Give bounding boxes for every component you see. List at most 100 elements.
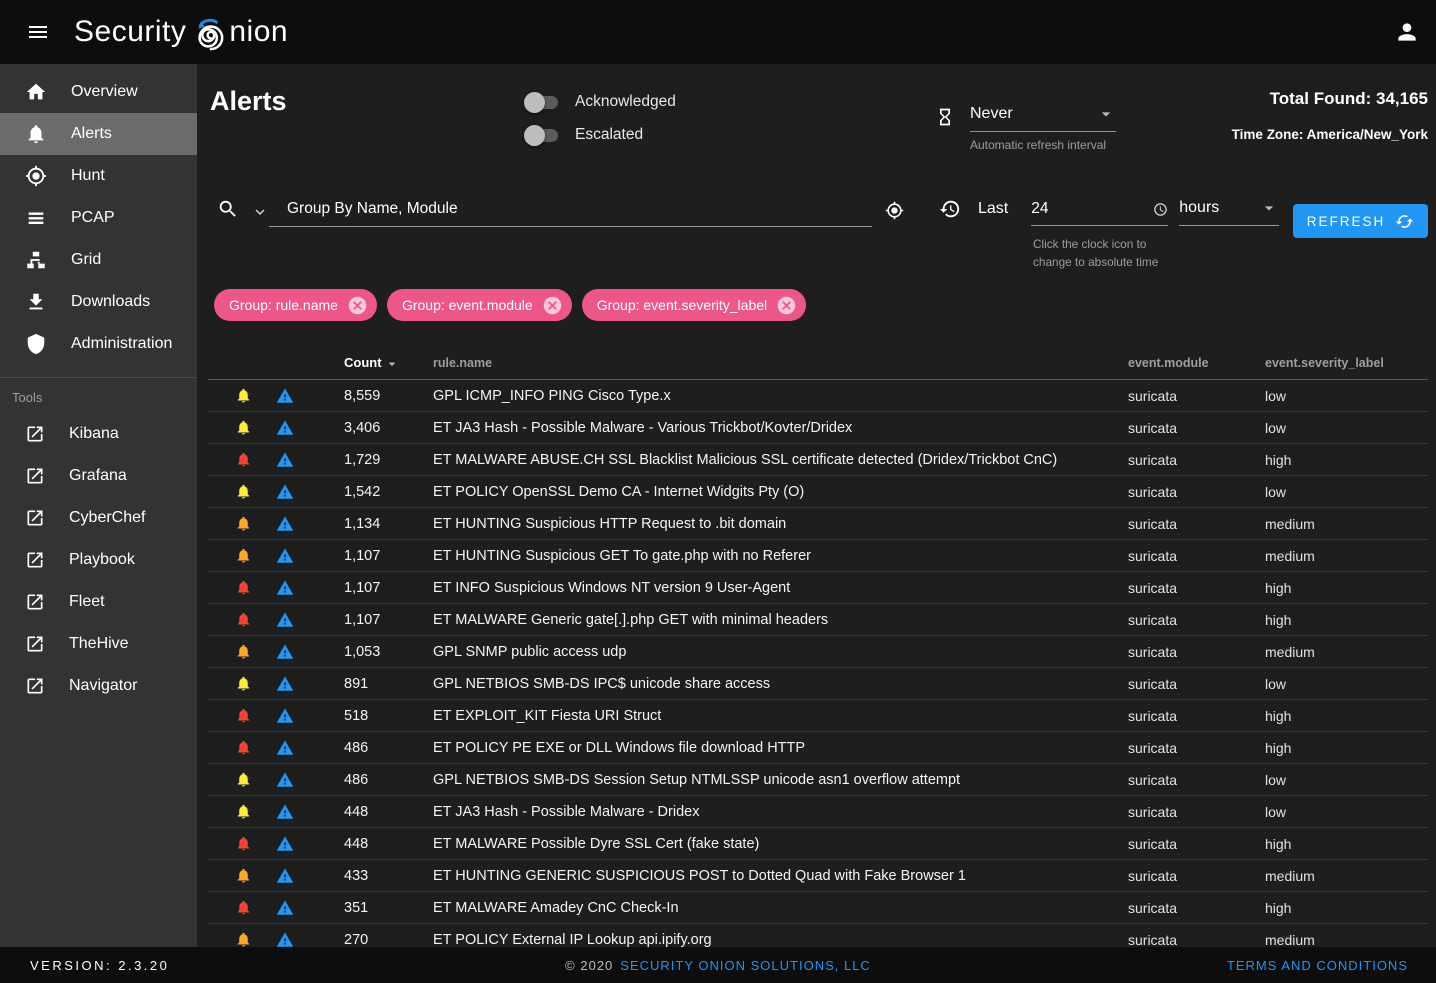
table-row[interactable]: 448 ET JA3 Hash - Possible Malware - Dri… bbox=[208, 796, 1428, 828]
severity-bell-icon[interactable] bbox=[235, 451, 252, 468]
alerts-page: Alerts Acknowledged Escalated Never Auto… bbox=[197, 64, 1436, 947]
table-row[interactable]: 448 ET MALWARE Possible Dyre SSL Cert (f… bbox=[208, 828, 1428, 860]
table-row[interactable]: 433 ET HUNTING GENERIC SUSPICIOUS POST t… bbox=[208, 860, 1428, 892]
severity-bell-icon[interactable] bbox=[235, 675, 252, 692]
sidebar-item-kibana[interactable]: Kibana bbox=[0, 413, 197, 455]
severity-bell-icon[interactable] bbox=[235, 419, 252, 436]
clock-icon[interactable] bbox=[1153, 202, 1168, 217]
severity-bell-icon[interactable] bbox=[235, 483, 252, 500]
column-rule-name[interactable]: rule.name bbox=[433, 356, 1128, 370]
table-row[interactable]: 891 GPL NETBIOS SMB-DS IPC$ unicode shar… bbox=[208, 668, 1428, 700]
column-count[interactable]: Count bbox=[344, 353, 433, 372]
table-row[interactable]: 518 ET EXPLOIT_KIT Fiesta URI Struct sur… bbox=[208, 700, 1428, 732]
alert-info-icon[interactable] bbox=[276, 931, 294, 948]
severity-bell-icon[interactable] bbox=[235, 803, 252, 820]
severity-bell-icon[interactable] bbox=[235, 771, 252, 788]
severity-bell-icon[interactable] bbox=[235, 739, 252, 756]
table-row[interactable]: 1,107 ET INFO Suspicious Windows NT vers… bbox=[208, 572, 1428, 604]
alert-info-icon[interactable] bbox=[276, 835, 294, 853]
table-row[interactable]: 486 GPL NETBIOS SMB-DS Session Setup NTM… bbox=[208, 764, 1428, 796]
terms-link[interactable]: TERMS AND CONDITIONS bbox=[1227, 958, 1408, 973]
severity-bell-icon[interactable] bbox=[235, 931, 252, 947]
chip-close-icon[interactable] bbox=[776, 295, 797, 316]
table-row[interactable]: 270 ET POLICY External IP Lookup api.ipi… bbox=[208, 924, 1428, 947]
group-filter-chip[interactable]: Group: rule.name bbox=[214, 289, 377, 321]
alert-info-icon[interactable] bbox=[276, 419, 294, 437]
sort-desc-icon bbox=[384, 356, 400, 372]
sidebar-item-grid[interactable]: Grid bbox=[0, 239, 197, 281]
sidebar-item-playbook[interactable]: Playbook bbox=[0, 539, 197, 581]
alert-info-icon[interactable] bbox=[276, 675, 294, 693]
group-filter-chip[interactable]: Group: event.severity_label bbox=[582, 289, 806, 321]
refresh-interval-select[interactable]: Never bbox=[970, 104, 1116, 132]
severity-bell-icon[interactable] bbox=[235, 387, 252, 404]
table-row[interactable]: 8,559 GPL ICMP_INFO PING Cisco Type.x su… bbox=[208, 380, 1428, 412]
severity-bell-icon[interactable] bbox=[235, 643, 252, 660]
alert-info-icon[interactable] bbox=[276, 483, 294, 501]
sidebar-item-downloads[interactable]: Downloads bbox=[0, 281, 197, 323]
table-row[interactable]: 486 ET POLICY PE EXE or DLL Windows file… bbox=[208, 732, 1428, 764]
sidebar-item-navigator[interactable]: Navigator bbox=[0, 665, 197, 707]
sidebar-item-grafana[interactable]: Grafana bbox=[0, 455, 197, 497]
table-row[interactable]: 351 ET MALWARE Amadey CnC Check-In suric… bbox=[208, 892, 1428, 924]
sidebar-item-thehive[interactable]: TheHive bbox=[0, 623, 197, 665]
column-severity-label[interactable]: event.severity_label bbox=[1265, 356, 1428, 370]
sidebar-item-administration[interactable]: Administration bbox=[0, 323, 197, 365]
table-row[interactable]: 3,406 ET JA3 Hash - Possible Malware - V… bbox=[208, 412, 1428, 444]
group-filter-chip[interactable]: Group: event.module bbox=[387, 289, 572, 321]
severity-bell-icon[interactable] bbox=[235, 707, 252, 724]
search-icon[interactable] bbox=[217, 198, 239, 220]
column-event-module[interactable]: event.module bbox=[1128, 356, 1265, 370]
alert-info-icon[interactable] bbox=[276, 451, 294, 469]
toggle-switch[interactable] bbox=[525, 129, 558, 142]
alert-info-icon[interactable] bbox=[276, 771, 294, 789]
search-input[interactable] bbox=[287, 200, 872, 218]
sidebar-item-overview[interactable]: Overview bbox=[0, 71, 197, 113]
severity-bell-icon[interactable] bbox=[235, 611, 252, 628]
table-row[interactable]: 1,107 ET HUNTING Suspicious GET To gate.… bbox=[208, 540, 1428, 572]
count-cell: 891 bbox=[344, 676, 433, 692]
alert-info-icon[interactable] bbox=[276, 803, 294, 821]
table-row[interactable]: 1,053 GPL SNMP public access udp suricat… bbox=[208, 636, 1428, 668]
severity-bell-icon[interactable] bbox=[235, 867, 252, 884]
severity-bell-icon[interactable] bbox=[235, 899, 252, 916]
severity-bell-icon[interactable] bbox=[235, 547, 252, 564]
duration-input[interactable] bbox=[1031, 200, 1121, 218]
alert-info-icon[interactable] bbox=[276, 867, 294, 885]
history-icon[interactable] bbox=[939, 198, 961, 220]
alert-info-icon[interactable] bbox=[276, 707, 294, 725]
severity-bell-icon[interactable] bbox=[235, 515, 252, 532]
time-unit-select[interactable]: hours bbox=[1179, 198, 1279, 226]
alert-info-icon[interactable] bbox=[276, 611, 294, 629]
table-row[interactable]: 1,729 ET MALWARE ABUSE.CH SSL Blacklist … bbox=[208, 444, 1428, 476]
account-icon[interactable] bbox=[1394, 19, 1420, 45]
search-options-chevron-icon[interactable] bbox=[251, 203, 269, 221]
sidebar-item-pcap[interactable]: PCAP bbox=[0, 197, 197, 239]
table-row[interactable]: 1,542 ET POLICY OpenSSL Demo CA - Intern… bbox=[208, 476, 1428, 508]
alert-info-icon[interactable] bbox=[276, 899, 294, 917]
alert-info-icon[interactable] bbox=[276, 579, 294, 597]
chip-close-icon[interactable] bbox=[347, 295, 368, 316]
table-row[interactable]: 1,134 ET HUNTING Suspicious HTTP Request… bbox=[208, 508, 1428, 540]
toggle-escalated[interactable]: Escalated bbox=[525, 123, 676, 147]
alert-info-icon[interactable] bbox=[276, 739, 294, 757]
table-row[interactable]: 1,107 ET MALWARE Generic gate[.].php GET… bbox=[208, 604, 1428, 636]
alert-info-icon[interactable] bbox=[276, 515, 294, 533]
quick-filter-target-icon[interactable] bbox=[885, 201, 904, 220]
severity-bell-icon[interactable] bbox=[235, 835, 252, 852]
sidebar-item-alerts[interactable]: Alerts bbox=[0, 113, 197, 155]
alert-info-icon[interactable] bbox=[276, 387, 294, 405]
sidebar-item-cyberchef[interactable]: CyberChef bbox=[0, 497, 197, 539]
copyright-link[interactable]: SECURITY ONION SOLUTIONS, LLC bbox=[620, 958, 871, 973]
sidebar-item-fleet[interactable]: Fleet bbox=[0, 581, 197, 623]
sidebar-item-hunt[interactable]: Hunt bbox=[0, 155, 197, 197]
chip-close-icon[interactable] bbox=[542, 295, 563, 316]
severity-bell-icon[interactable] bbox=[235, 579, 252, 596]
alert-info-icon[interactable] bbox=[276, 643, 294, 661]
hamburger-menu-icon[interactable] bbox=[16, 10, 60, 54]
group-chips: Group: rule.name Group: event.module Gro… bbox=[214, 289, 806, 321]
alert-info-icon[interactable] bbox=[276, 547, 294, 565]
refresh-button[interactable]: REFRESH bbox=[1293, 204, 1428, 238]
toggle-switch[interactable] bbox=[525, 96, 558, 109]
toggle-acknowledged[interactable]: Acknowledged bbox=[525, 90, 676, 114]
